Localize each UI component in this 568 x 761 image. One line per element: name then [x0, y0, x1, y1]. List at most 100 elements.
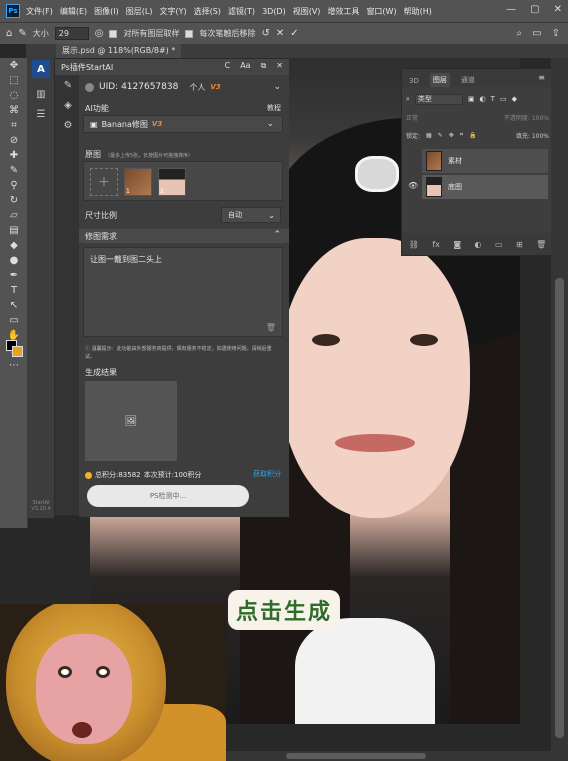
- menu-window[interactable]: 窗口(W): [366, 6, 396, 17]
- group-icon[interactable]: ▭: [495, 240, 503, 249]
- add-image-button[interactable]: +: [90, 168, 118, 196]
- search-icon[interactable]: ⌕: [517, 28, 523, 39]
- history-brush-tool-icon[interactable]: ↻: [0, 193, 28, 208]
- menu-layer[interactable]: 图层(L): [126, 6, 153, 17]
- trash-icon[interactable]: 🗑: [266, 323, 276, 332]
- crop-tool-icon[interactable]: ⌗: [0, 118, 28, 133]
- rectangle-tool-icon[interactable]: ▭: [0, 313, 28, 328]
- dodge-tool-icon[interactable]: ●: [0, 253, 28, 268]
- startai-logo[interactable]: A: [32, 60, 50, 78]
- result-preview-box[interactable]: 🖼: [85, 381, 177, 461]
- gradient-tool-icon[interactable]: ▤: [0, 223, 28, 238]
- eyedropper-tool-icon[interactable]: ⊘: [0, 133, 28, 148]
- vertical-scrollbar[interactable]: [551, 58, 568, 751]
- lock-pixels-icon[interactable]: ▦: [426, 132, 432, 139]
- menu-edit[interactable]: 编辑(E): [60, 6, 87, 17]
- minimize-button[interactable]: —: [506, 4, 516, 15]
- brush-tool-icon[interactable]: ✎: [0, 163, 28, 178]
- tutorial-link[interactable]: 教程: [267, 103, 281, 113]
- link-icon[interactable]: ⛓: [409, 240, 419, 249]
- chevron-down-icon[interactable]: ⌄: [273, 82, 281, 92]
- home-icon[interactable]: ⌂: [6, 28, 12, 39]
- clone-stamp-tool-icon[interactable]: ⚲: [0, 178, 28, 193]
- spot-healing-brush-icon[interactable]: ✎: [18, 28, 26, 39]
- eye-visibility-icon[interactable]: 👁: [408, 181, 418, 190]
- tab-3d[interactable]: 3D: [406, 75, 422, 87]
- path-select-tool-icon[interactable]: ↖: [0, 298, 28, 313]
- trash-icon[interactable]: 🗑: [536, 240, 546, 249]
- edit-pen-icon[interactable]: ✎: [55, 75, 81, 95]
- lock-move-icon[interactable]: ✥: [449, 132, 454, 139]
- ps-detecting-button[interactable]: PS检测中...: [87, 485, 249, 507]
- healing-brush-tool-icon[interactable]: ✚: [0, 148, 28, 163]
- fill-value[interactable]: 100%: [532, 133, 549, 140]
- request-header[interactable]: 修图需求 ⌃: [79, 229, 289, 243]
- close-plugin-icon[interactable]: ✕: [276, 61, 283, 71]
- move-tool-icon[interactable]: ✥: [0, 58, 28, 73]
- menu-help[interactable]: 帮助(H): [404, 6, 432, 17]
- panel-menu-icon[interactable]: ≡: [538, 73, 545, 82]
- workspace-icon[interactable]: ▭: [532, 28, 541, 39]
- tab-channels[interactable]: 通道: [458, 73, 478, 87]
- menu-plugins[interactable]: 增效工具: [327, 6, 359, 17]
- quick-select-tool-icon[interactable]: ⌘: [0, 103, 28, 118]
- adjustment-icon[interactable]: ◐: [475, 240, 482, 249]
- layer-row[interactable]: 素材: [422, 149, 548, 173]
- new-layer-icon[interactable]: ⊞: [516, 240, 523, 249]
- filter-adjust-icon[interactable]: ◐: [480, 95, 486, 103]
- menu-filter[interactable]: 滤镜(T): [228, 6, 255, 17]
- filter-shape-icon[interactable]: ▭: [500, 95, 507, 103]
- document-tab[interactable]: 展示.psd @ 118%(RGB/8#) *: [56, 44, 182, 58]
- marquee-tool-icon[interactable]: ⬚: [0, 73, 28, 88]
- mask-icon[interactable]: ◙: [453, 240, 461, 249]
- lock-artboard-icon[interactable]: ⌗: [460, 131, 463, 139]
- maximize-button[interactable]: ▢: [530, 4, 539, 15]
- lock-all-icon[interactable]: 🔒: [469, 132, 476, 139]
- lasso-tool-icon[interactable]: ◌: [0, 88, 28, 103]
- erase-after-stroke-checkbox[interactable]: [185, 29, 194, 38]
- edit-toolbar-icon[interactable]: ⋯: [0, 358, 28, 373]
- background-color-swatch[interactable]: [12, 346, 23, 357]
- menu-image[interactable]: 图像(I): [94, 6, 119, 17]
- undo-icon[interactable]: ↺: [261, 28, 269, 39]
- plugin-dock-icon-2[interactable]: ☰: [28, 104, 54, 124]
- lock-paint-icon[interactable]: ✎: [438, 132, 443, 139]
- popout-icon[interactable]: ⧉: [261, 61, 267, 71]
- blend-mode-select[interactable]: 正常: [406, 113, 418, 122]
- menu-type[interactable]: 文字(Y): [159, 6, 186, 17]
- blur-tool-icon[interactable]: ◆: [0, 238, 28, 253]
- layer-row[interactable]: 底图: [422, 175, 548, 199]
- ai-function-select[interactable]: ▣ Banana修图 V3 ⌄: [83, 115, 283, 133]
- request-textarea[interactable]: 让图一戴到图二头上 🗑: [83, 247, 283, 337]
- menu-3d[interactable]: 3D(D): [262, 7, 286, 16]
- opacity-value[interactable]: 100%: [532, 115, 549, 122]
- get-points-link[interactable]: 获取积分: [253, 469, 281, 479]
- horizontal-scrollbar[interactable]: [226, 751, 568, 761]
- size-input[interactable]: 29: [54, 27, 89, 40]
- refresh-icon[interactable]: C: [225, 61, 231, 71]
- share-icon[interactable]: ⇪: [552, 28, 560, 39]
- plugin-dock-icon-1[interactable]: ▥: [28, 84, 54, 104]
- cancel-icon[interactable]: ✕: [276, 28, 284, 39]
- commit-icon[interactable]: ✓: [290, 28, 298, 39]
- menu-file[interactable]: 文件(F): [26, 6, 53, 17]
- menu-view[interactable]: 视图(V): [293, 6, 321, 17]
- vertical-scroll-thumb[interactable]: [555, 278, 564, 738]
- type-tool-icon[interactable]: T: [0, 283, 28, 298]
- layers-stack-icon[interactable]: ◈: [55, 95, 81, 115]
- font-icon[interactable]: Aa: [240, 61, 250, 71]
- horizontal-scroll-thumb[interactable]: [286, 753, 426, 759]
- filter-type-icon[interactable]: T: [491, 95, 495, 103]
- image-thumb-2[interactable]: 2: [158, 168, 186, 196]
- uid-row[interactable]: UID: 4127657838 个人 V3 ⌄: [79, 77, 289, 97]
- tab-layers[interactable]: 图层: [429, 73, 450, 87]
- layer-filter-select[interactable]: 类型: [414, 93, 463, 105]
- brush-settings-icon[interactable]: ◎: [95, 28, 104, 39]
- pen-tool-icon[interactable]: ✒: [0, 268, 28, 283]
- fx-icon[interactable]: fx: [432, 240, 440, 249]
- eraser-tool-icon[interactable]: ▱: [0, 208, 28, 223]
- filter-smart-icon[interactable]: ◆: [512, 95, 517, 103]
- close-window-button[interactable]: ✕: [554, 4, 562, 15]
- settings-gear-icon[interactable]: ⚙: [55, 115, 81, 135]
- filter-pixel-icon[interactable]: ▣: [468, 95, 475, 103]
